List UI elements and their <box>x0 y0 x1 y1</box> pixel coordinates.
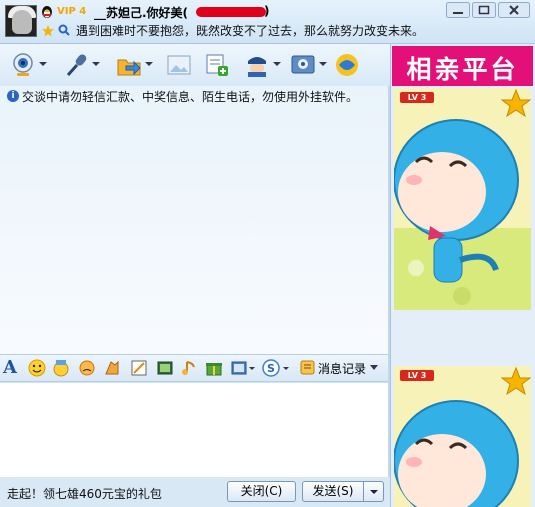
music-icon[interactable] <box>180 359 198 377</box>
qq-penguin-icon <box>42 6 52 18</box>
image-icon[interactable] <box>156 359 174 377</box>
magic-emoji-icon[interactable] <box>52 359 70 377</box>
monkey-avatar-image <box>394 88 531 310</box>
level-badge: LV 3 <box>400 92 434 103</box>
monkey-avatar-image-2 <box>394 366 531 507</box>
ad-banner-text: 相亲平台 <box>406 55 519 84</box>
qq-show-contact[interactable]: LV 3 <box>394 88 531 310</box>
voice-message-icon[interactable] <box>103 359 121 377</box>
history-label: 消息记录 <box>318 362 367 376</box>
svg-text:S: S <box>267 362 275 375</box>
contact-name-end: ) <box>264 4 270 18</box>
screenshot-icon[interactable] <box>230 359 256 377</box>
text-style-icon[interactable] <box>130 359 148 377</box>
send-picture-button[interactable] <box>166 50 192 80</box>
contact-avatar[interactable] <box>5 5 37 37</box>
send-button[interactable]: 发送(S) <box>302 481 364 502</box>
vip-badge: VIP 4 <box>57 6 87 17</box>
minimize-button[interactable] <box>446 2 470 18</box>
doc-add-icon <box>206 54 228 76</box>
maximize-button[interactable] <box>472 2 496 18</box>
chevron-down-icon <box>370 365 378 370</box>
shake-window-icon[interactable] <box>78 359 96 377</box>
voice-call-button[interactable] <box>63 50 100 80</box>
level-badge-2: LV 3 <box>400 370 434 381</box>
message-history-button[interactable]: 消息记录 <box>300 359 382 377</box>
qzone-icon[interactable] <box>58 24 70 36</box>
toolbar <box>0 44 392 86</box>
close-button[interactable]: 关闭(C) <box>227 481 296 502</box>
qzone-star-icon <box>336 54 358 76</box>
add-to-group-button[interactable] <box>204 50 230 80</box>
contact-name: __苏妲己.你好美( <box>94 6 189 20</box>
microphone-icon <box>66 54 87 77</box>
security-notice: 交谈中请勿轻信汇款、中奖信息、陌生电话，勿使用外挂软件。 <box>22 90 359 104</box>
signature-text: 遇到困难时不要抱怨，既然改变不了过去，那么就努力改变未来。 <box>76 24 425 38</box>
video-call-button[interactable] <box>10 50 47 80</box>
qq-show-self[interactable]: LV 3 <box>394 366 531 507</box>
officer-icon <box>248 57 266 77</box>
history-icon <box>300 360 315 375</box>
gear-screen-icon <box>291 55 315 74</box>
folder-send-icon <box>117 59 141 76</box>
font-button[interactable]: A <box>3 357 17 378</box>
webcam-icon <box>13 53 33 76</box>
gift-icon[interactable] <box>205 359 223 377</box>
payment-icon[interactable]: S <box>262 359 292 377</box>
promo-link[interactable]: 走起！领七雄460元宝的礼包 <box>7 485 162 502</box>
chat-history[interactable]: i 交谈中请勿轻信汇款、中奖信息、陌生电话，勿使用外挂软件。 <box>0 86 388 354</box>
ad-banner[interactable]: 相亲平台 <box>392 46 533 86</box>
app-tools-button[interactable] <box>290 50 327 80</box>
qq-space-button[interactable] <box>334 50 362 80</box>
format-toolbar: A S 消息记录 <box>0 354 388 382</box>
title-bar[interactable]: VIP 4 __苏妲己.你好美( ) 遇到困难时不要抱怨，既然改变不了过去，那么… <box>0 0 535 44</box>
send-options-dropdown[interactable] <box>363 481 384 502</box>
star-icon <box>42 25 54 37</box>
footer-bar: 走起！领七雄460元宝的礼包 关闭(C) 发送(S) <box>0 477 392 507</box>
close-window-button[interactable] <box>498 2 530 18</box>
emoji-icon[interactable] <box>28 359 46 377</box>
redaction-mark <box>196 7 266 17</box>
remote-assist-button[interactable] <box>244 50 281 80</box>
picture-icon <box>167 55 191 75</box>
info-icon: i <box>7 90 19 102</box>
send-file-button[interactable] <box>116 50 153 80</box>
message-input[interactable] <box>0 383 388 477</box>
